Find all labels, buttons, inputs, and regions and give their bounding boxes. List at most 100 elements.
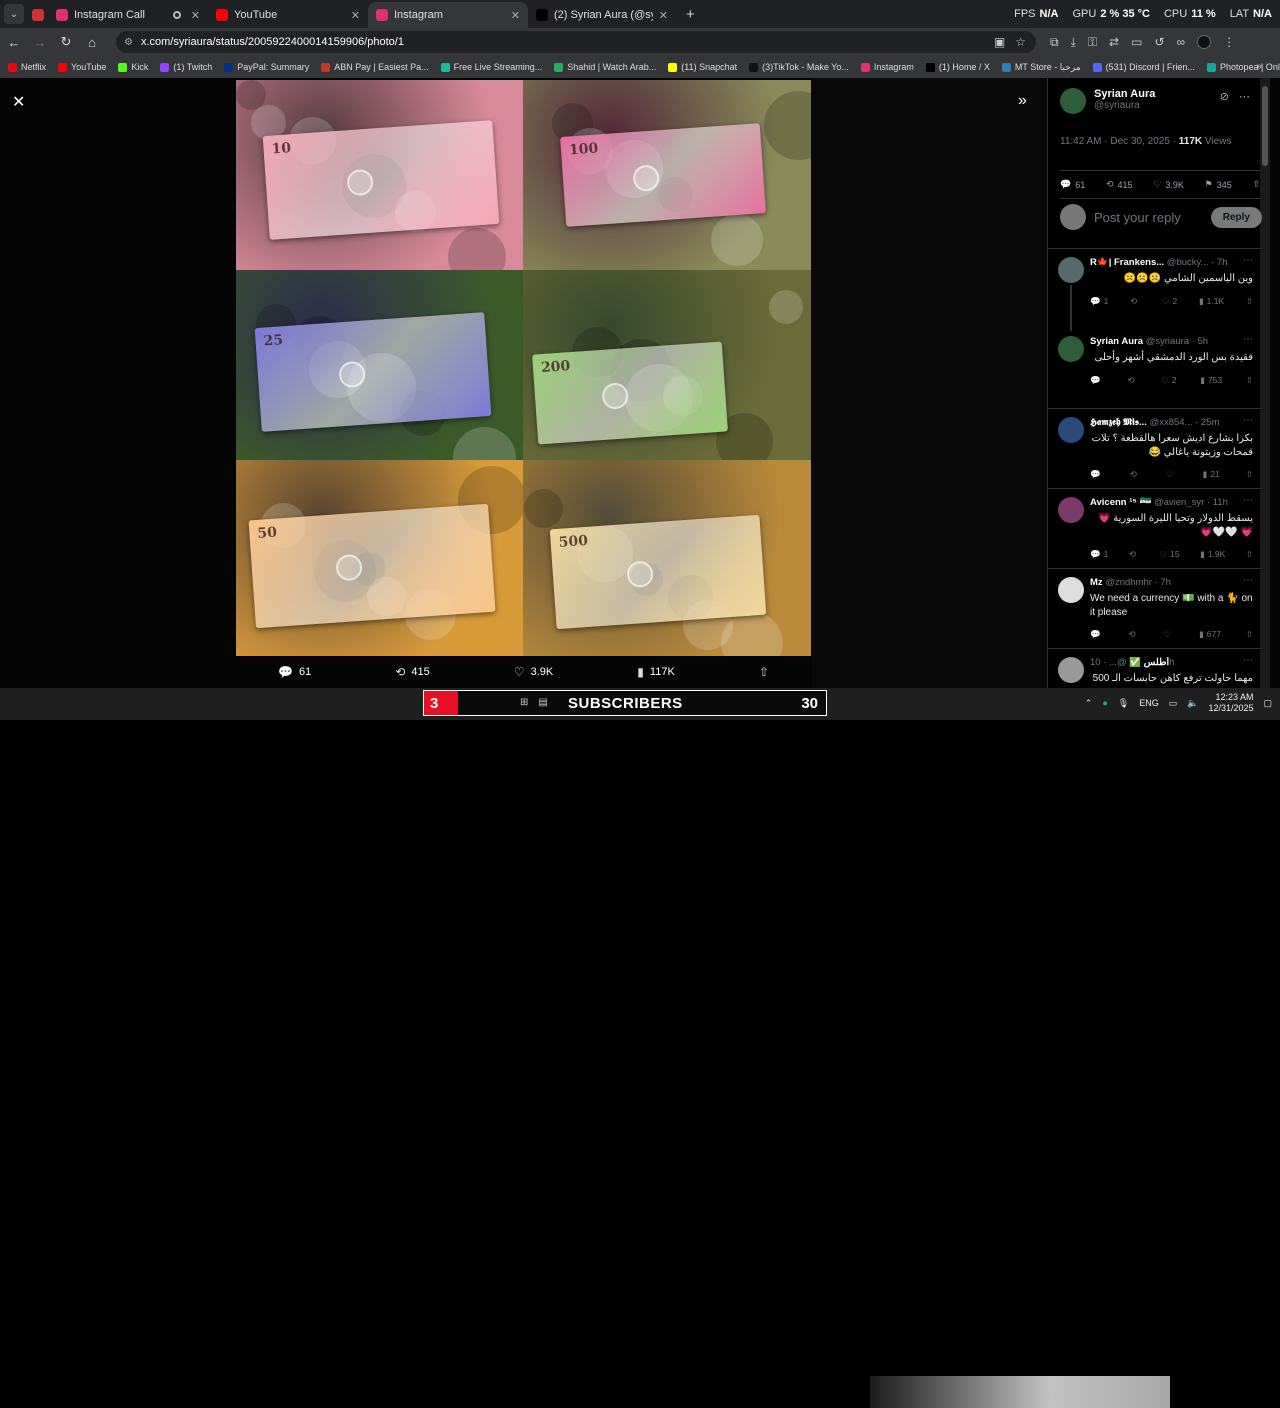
- tab-close-icon[interactable]: ✕: [191, 9, 200, 22]
- heart-action[interactable]: ♡: [1166, 469, 1177, 480]
- repost-action[interactable]: ⟲: [1130, 296, 1140, 307]
- reply-avatar[interactable]: [1058, 657, 1084, 683]
- share-action[interactable]: ⇧: [759, 665, 769, 679]
- reply-item[interactable]: ⋯ أطلس ✅ @... · 10h مهما حاولت ترفع كاهن ح…: [1048, 648, 1261, 688]
- chevron-up-icon[interactable]: ⌃: [1085, 698, 1093, 709]
- reply-button[interactable]: Reply: [1210, 206, 1262, 228]
- menu-icon[interactable]: ⋮: [1223, 35, 1235, 49]
- more-icon[interactable]: ⋯: [1243, 415, 1253, 426]
- views-action[interactable]: ▮ 677: [1199, 629, 1221, 640]
- history-icon[interactable]: ↺: [1154, 35, 1164, 49]
- reply-action[interactable]: 💬 61: [278, 665, 311, 679]
- bookmark-item[interactable]: MT Store - مرحبا: [1001, 62, 1081, 73]
- bookmark-count[interactable]: ⚑ 345: [1205, 179, 1232, 190]
- reply-author-name[interactable]: أطلس ✅: [1129, 657, 1169, 668]
- post-author[interactable]: Syrian Aura @syriaura: [1060, 88, 1155, 114]
- views-action[interactable]: ▮ 1.1K: [1199, 296, 1224, 307]
- views-action[interactable]: ▮ 117K: [637, 665, 674, 679]
- reload-button[interactable]: ↻: [54, 34, 78, 50]
- tab-close-icon[interactable]: ✕: [511, 9, 520, 22]
- more-icon[interactable]: ⋯: [1243, 575, 1253, 586]
- reply-action[interactable]: 💬 1: [1090, 549, 1108, 560]
- bookmark-item[interactable]: (1) Twitch: [160, 62, 212, 73]
- more-bookmarks-icon[interactable]: »: [1256, 61, 1262, 72]
- reply-author-name[interactable]: 𝕳𝖆𝖒𝖟𝖊𝖍 𝕸𝖎𝖘...: [1090, 417, 1147, 428]
- reply-author-name[interactable]: Avicenn ¹⁵ 🇸🇾: [1090, 497, 1151, 508]
- home-button[interactable]: ⌂: [80, 35, 104, 50]
- views-action[interactable]: ▮ 1.9K: [1200, 549, 1225, 560]
- reply-item[interactable]: ⋯ Mz @zndhmhr · 7h We need a currency 💵 wi…: [1048, 568, 1261, 648]
- notification-icon[interactable]: ▢: [1263, 698, 1272, 709]
- share-icon[interactable]: ⇧: [1246, 296, 1253, 307]
- spotify-icon[interactable]: ●: [1102, 698, 1107, 708]
- tab-3[interactable]: Instagram ✕: [368, 2, 528, 28]
- bookmark-item[interactable]: Shahid | Watch Arab...: [554, 62, 656, 73]
- extensions-icon[interactable]: ⧉: [1050, 35, 1059, 50]
- bookmark-item[interactable]: (11) Snapchat: [668, 62, 737, 73]
- bookmark-item[interactable]: ABN Pay | Easiest Pa...: [321, 62, 429, 73]
- reply-count[interactable]: 💬 61: [1060, 179, 1085, 190]
- tab-search-button[interactable]: ⌄: [4, 4, 24, 24]
- more-icon[interactable]: ⋯: [1243, 334, 1253, 345]
- more-icon[interactable]: ⋯: [1243, 255, 1253, 266]
- like-action[interactable]: ♡ 3.9K: [514, 665, 553, 679]
- install-app-icon[interactable]: ▣: [994, 35, 1005, 49]
- views-action[interactable]: ▮ 753: [1200, 375, 1222, 386]
- tab-1[interactable]: Instagram Call ✕: [48, 2, 208, 28]
- bookmark-item[interactable]: (1) Home / X: [925, 62, 990, 73]
- heart-action[interactable]: ♡ 2: [1161, 375, 1176, 386]
- volume-icon[interactable]: 🔈: [1187, 698, 1198, 709]
- reply-input[interactable]: Post your reply: [1094, 210, 1203, 225]
- share-icon[interactable]: ⇧: [1246, 549, 1253, 560]
- reply-action[interactable]: 💬 1: [1090, 296, 1108, 307]
- site-info-icon[interactable]: ⚙: [124, 37, 133, 48]
- bookmark-star-icon[interactable]: ☆: [1015, 35, 1026, 49]
- close-icon[interactable]: ✕: [12, 92, 25, 112]
- repost-action[interactable]: ⟲: [1129, 549, 1139, 560]
- repost-action[interactable]: ⟲: [1127, 375, 1137, 386]
- share-icon[interactable]: ⇧: [1246, 629, 1253, 640]
- reply-avatar[interactable]: [1058, 417, 1084, 443]
- reply-action[interactable]: 💬: [1090, 629, 1104, 640]
- heart-action[interactable]: ♡: [1164, 629, 1175, 640]
- clock[interactable]: 12:23 AM 12/31/2025: [1208, 692, 1253, 715]
- network-icon[interactable]: ▭: [1169, 698, 1178, 709]
- tab-4[interactable]: (2) Syrian Aura (@syraura) / X ✕: [528, 2, 676, 28]
- reply-avatar[interactable]: [1058, 336, 1084, 362]
- bookmark-item[interactable]: Netflix: [8, 62, 46, 73]
- new-tab-button[interactable]: +: [686, 6, 695, 23]
- reply-action[interactable]: 💬: [1090, 469, 1104, 480]
- tab-close-icon[interactable]: ✕: [659, 9, 668, 22]
- reply-avatar[interactable]: [1058, 257, 1084, 283]
- reply-author-name[interactable]: R🍁| Frankens...: [1090, 257, 1164, 268]
- bookmark-item[interactable]: (531) Discord | Frien...: [1092, 62, 1195, 73]
- more-icon[interactable]: ⋯: [1239, 90, 1250, 103]
- bookmark-item[interactable]: (3)TikTok - Make Yo...: [749, 62, 849, 73]
- reply-item[interactable]: ⋯ Avicenn ¹⁵ 🇸🇾 @avien_syr · 11h يسقط الدو…: [1048, 488, 1261, 568]
- password-icon[interactable]: ⚿: [1088, 35, 1097, 50]
- author-avatar[interactable]: [1060, 88, 1086, 114]
- reply-avatar[interactable]: [1058, 497, 1084, 523]
- bookmark-item[interactable]: Kick: [118, 62, 148, 73]
- views-action[interactable]: ▮ 21: [1203, 469, 1220, 480]
- download-icon[interactable]: ⤓: [1071, 35, 1076, 50]
- sidebar-scrollbar[interactable]: [1260, 78, 1270, 688]
- repost-action[interactable]: ⟲: [1129, 629, 1139, 640]
- share-icon[interactable]: ⇧: [1246, 375, 1253, 386]
- more-icon[interactable]: ⋯: [1243, 495, 1253, 506]
- repost-count[interactable]: ⟲ 415: [1106, 179, 1133, 190]
- url-bar[interactable]: ⚙ x.com/syriaura/status/2005922400014159…: [116, 31, 1036, 53]
- reply-author-name[interactable]: Mz: [1090, 577, 1103, 588]
- reply-avatar[interactable]: [1058, 577, 1084, 603]
- repost-action[interactable]: ⟲: [1130, 469, 1140, 480]
- tab-close-icon[interactable]: ✕: [351, 9, 360, 22]
- bookmark-item[interactable]: YouTube: [58, 62, 106, 73]
- expand-sidebar-icon[interactable]: »: [1018, 92, 1027, 110]
- profile-avatar[interactable]: [1197, 35, 1212, 49]
- like-count[interactable]: ♡ 3.9K: [1153, 179, 1184, 190]
- tab-2[interactable]: YouTube ✕: [208, 2, 368, 28]
- repost-action[interactable]: ⟲ 415: [395, 665, 429, 679]
- tab-0[interactable]: [24, 2, 48, 28]
- link-icon[interactable]: ∞: [1177, 35, 1186, 49]
- mic-icon[interactable]: 🎙: [1118, 698, 1129, 709]
